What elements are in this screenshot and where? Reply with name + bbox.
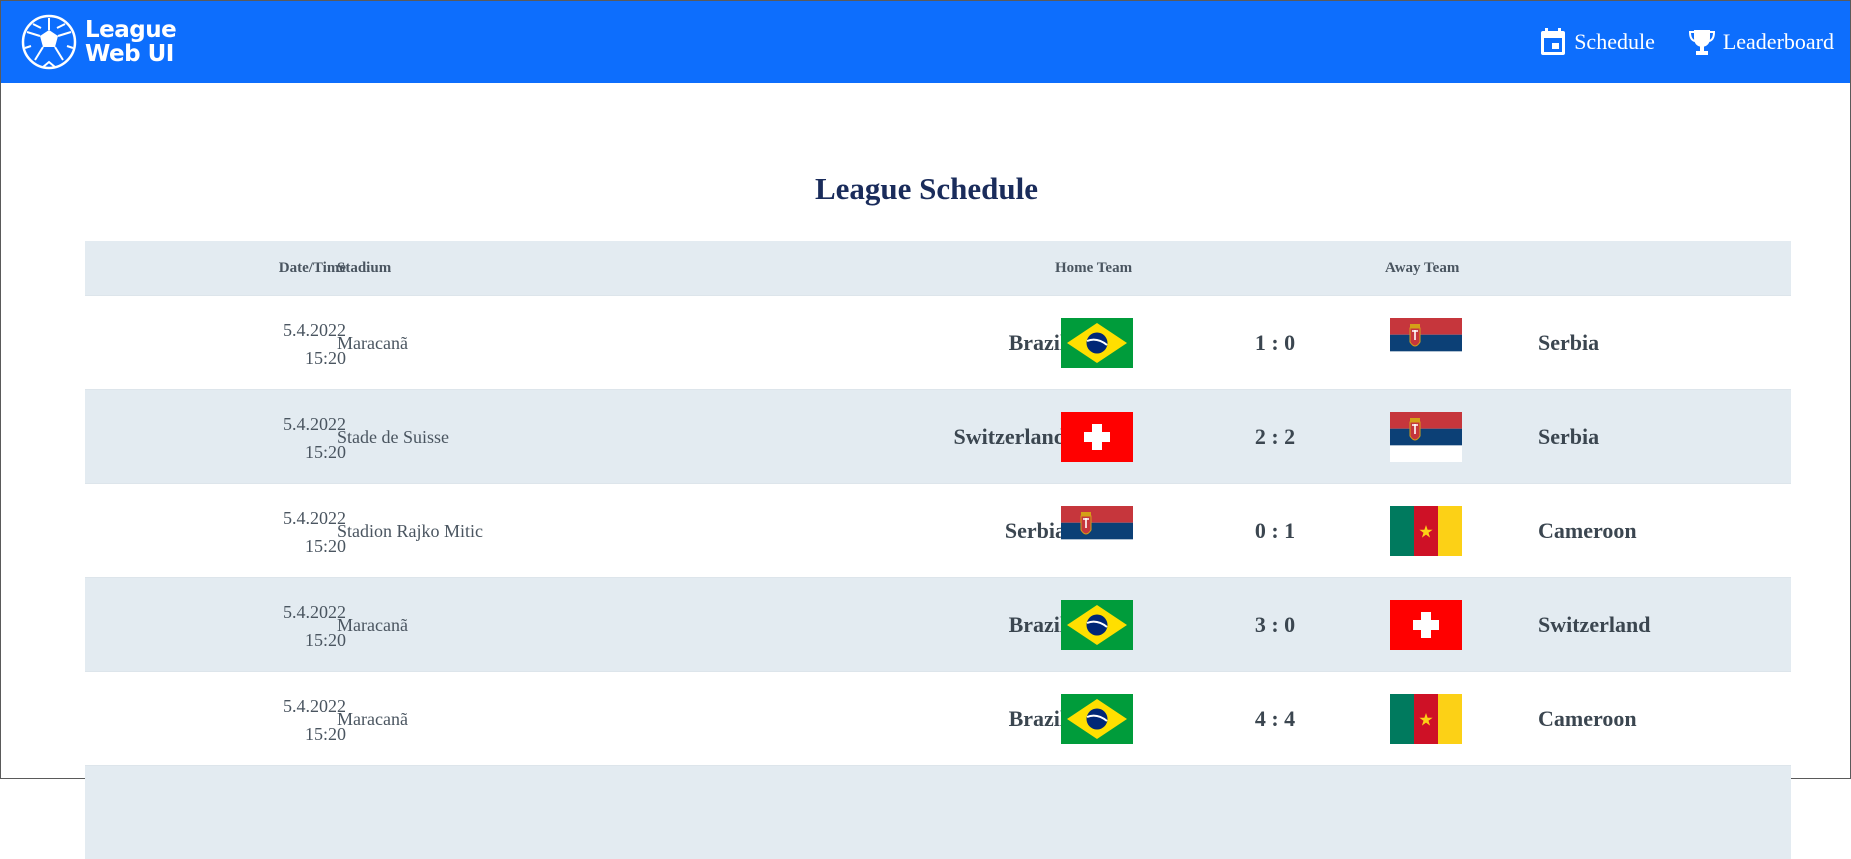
match-score: 0 : 1 — [1254, 518, 1296, 543]
nav-leaderboard-label: Leaderboard — [1722, 29, 1834, 54]
away-team-name: Serbia — [1538, 330, 1600, 355]
match-score: 3 : 0 — [1254, 612, 1296, 637]
main-nav: Schedule Leaderboard — [1540, 28, 1834, 56]
home-team-name: Brazil — [1008, 706, 1066, 731]
cameroon-flag-icon — [1390, 506, 1462, 556]
brand-name: League Web UI — [85, 17, 177, 67]
home-team-name: Serbia — [1004, 518, 1066, 543]
trophy-icon — [1688, 30, 1715, 55]
match-score: 4 : 4 — [1254, 706, 1296, 731]
column-header-away-team: Away Team — [1385, 260, 1460, 276]
match-score: 2 : 2 — [1254, 424, 1296, 449]
brand-line-2: Web UI — [85, 41, 174, 67]
nav-schedule-label: Schedule — [1574, 29, 1655, 54]
top-navbar: League Web UI Schedule Leaderboard — [1, 1, 1850, 83]
serbia-flag-icon — [1390, 318, 1462, 368]
page-title: League Schedule — [814, 171, 1039, 206]
serbia-flag-icon — [1061, 506, 1133, 556]
brazil-flag-icon — [1061, 318, 1133, 368]
match-stadium: Stade de Suisse — [337, 427, 449, 447]
table-row: 5.4.2022 15:20 Stadion Rajko Mitic Serbi… — [85, 483, 1791, 577]
switzerland-flag-icon — [1061, 412, 1133, 462]
schedule-table: Date/Time Stadium Home Team Away Team 5.… — [85, 241, 1791, 859]
away-team-name: Cameroon — [1538, 518, 1637, 543]
brazil-flag-icon — [1061, 694, 1133, 744]
brazil-flag-icon — [1061, 600, 1133, 650]
table-row: 5.4.2022 15:20 Maracanã Brazil 4 : 4 Cam… — [85, 671, 1791, 765]
home-team-name: Brazil — [1008, 330, 1066, 355]
serbia-flag-icon — [1390, 412, 1462, 462]
match-stadium: Stadion Rajko Mitic — [337, 521, 483, 541]
switzerland-flag-icon — [1390, 600, 1462, 650]
away-team-name: Switzerland — [1538, 612, 1651, 637]
brand-link[interactable]: League Web UI — [21, 14, 177, 70]
column-header-stadium: Stadium — [337, 260, 392, 276]
match-stadium: Maracanã — [337, 709, 408, 729]
match-stadium: Maracanã — [337, 333, 408, 353]
home-team-name: Brazil — [1008, 612, 1066, 637]
calendar-icon — [1541, 28, 1566, 55]
match-stadium: Maracanã — [337, 615, 408, 635]
away-team-name: Serbia — [1538, 424, 1600, 449]
table-row: 5.4.2022 15:20 Maracanã Brazil 3 : 0 Swi… — [85, 577, 1791, 671]
table-row: 5.4.2022 15:20 Maracanã Brazil 1 : 0 Ser… — [85, 295, 1791, 389]
soccer-ball-logo-icon — [21, 14, 77, 70]
column-header-date: Date/Time — [278, 260, 346, 276]
table-header: Date/Time Stadium Home Team Away Team — [85, 241, 1791, 295]
cameroon-flag-icon — [1390, 694, 1462, 744]
away-team-name: Cameroon — [1538, 706, 1637, 731]
table-row-partial — [85, 765, 1791, 859]
column-header-home-team: Home Team — [1055, 260, 1133, 276]
nav-schedule-link[interactable]: Schedule — [1540, 28, 1655, 56]
home-team-name: Switzerland — [953, 424, 1066, 449]
match-score: 1 : 0 — [1254, 330, 1296, 355]
nav-leaderboard-link[interactable]: Leaderboard — [1688, 28, 1834, 56]
table-row: 5.4.2022 15:20 Stade de Suisse Switzerla… — [85, 389, 1791, 483]
brand-line-1: League — [85, 17, 177, 43]
